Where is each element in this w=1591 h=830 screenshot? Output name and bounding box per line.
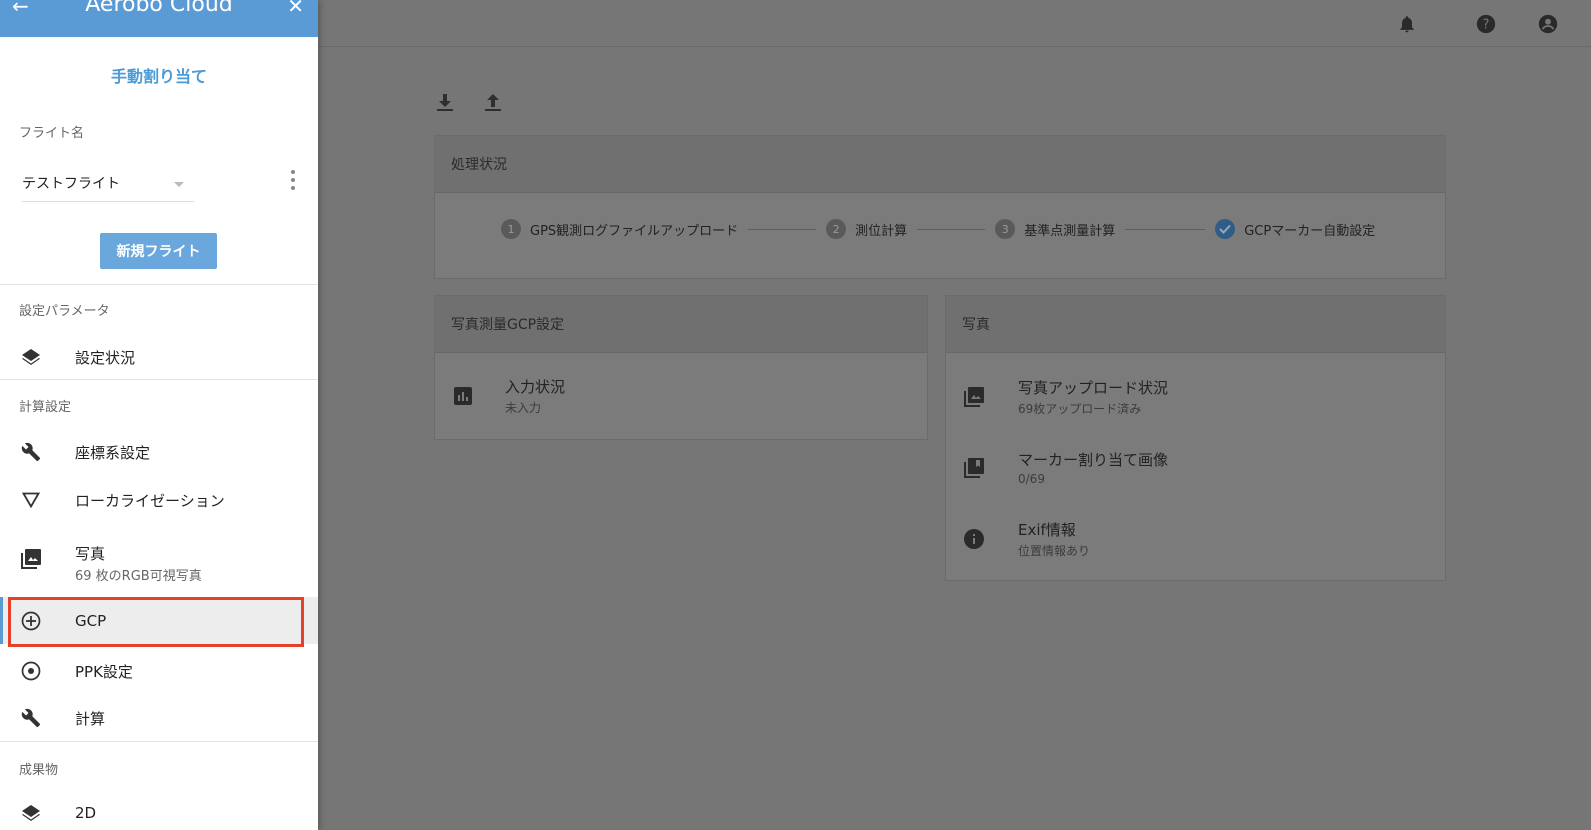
- flight-name-label: フライト名: [19, 126, 85, 141]
- sidebar-header: ← Aerobo Cloud ✕: [0, 0, 318, 37]
- step-connector: [748, 228, 817, 230]
- sidebar-item-sublabel: 69 枚のRGB可視写真: [75, 569, 202, 584]
- section-label-settings: 設定パラメータ: [19, 304, 110, 319]
- gcp-settings-card: 写真測量GCP設定 入力状況 未入力: [434, 295, 928, 440]
- triangle-icon: [19, 488, 43, 512]
- sidebar-item-2d[interactable]: 2D: [0, 795, 318, 830]
- sidebar-item-label: 計算: [75, 709, 106, 728]
- account-icon[interactable]: [1536, 12, 1560, 36]
- check-icon: [1215, 219, 1236, 239]
- step-number: 3: [995, 219, 1016, 239]
- stepper: 1 GPS観測ログファイルアップロード 2 測位計算 3 基準点測量計算 GCP…: [435, 193, 1445, 265]
- step-connector: [917, 228, 986, 230]
- flight-select-value: テストフライト: [22, 175, 120, 192]
- upload-status-row[interactable]: 写真アップロード状況 69枚アップロード済み: [946, 361, 1445, 432]
- step-3[interactable]: 3 基準点測量計算: [995, 219, 1115, 239]
- bar-chart-icon: [451, 384, 475, 408]
- active-indicator: [0, 597, 3, 644]
- photo-library-icon: [19, 547, 43, 571]
- step-number: 1: [501, 219, 521, 239]
- sidebar-item-localization[interactable]: ローカライゼーション: [0, 480, 318, 520]
- step-1[interactable]: 1 GPS観測ログファイルアップロード: [501, 219, 738, 239]
- step-label: GCPマーカー自動設定: [1244, 223, 1376, 239]
- sidebar-item-label: ローカライゼーション: [75, 491, 225, 510]
- close-icon[interactable]: ✕: [287, 0, 304, 18]
- layers-icon: [19, 801, 43, 825]
- card-title: 写真: [946, 296, 1445, 353]
- sidebar-item-coordinate-system[interactable]: 座標系設定: [0, 432, 318, 472]
- step-label: GPS観測ログファイルアップロード: [530, 223, 739, 239]
- sidebar-item-label: 座標系設定: [75, 443, 151, 462]
- help-icon[interactable]: ?: [1474, 12, 1498, 36]
- sidebar-item-settings-status[interactable]: 設定状況: [0, 337, 318, 377]
- step-label: 測位計算: [855, 223, 908, 239]
- row-title: マーカー割り当て画像: [1018, 451, 1169, 469]
- step-connector: [1125, 228, 1206, 230]
- processing-status-card: 処理状況 1 GPS観測ログファイルアップロード 2 測位計算 3 基準点測量計…: [434, 135, 1446, 279]
- photo-library-icon: [962, 385, 986, 409]
- sidebar-item-calculation[interactable]: 計算: [0, 698, 318, 738]
- dropdown-caret-icon: [174, 182, 184, 187]
- upload-icon[interactable]: [482, 92, 504, 114]
- bell-icon[interactable]: [1395, 12, 1419, 36]
- radio-target-icon: [19, 659, 43, 683]
- wrench-icon: [19, 440, 43, 464]
- step-4[interactable]: GCPマーカー自動設定: [1215, 219, 1375, 239]
- sidebar-item-photos[interactable]: 写真 69 枚のRGB可視写真: [0, 532, 318, 586]
- card-title: 処理状況: [435, 136, 1445, 193]
- section-label-calc: 計算設定: [19, 400, 72, 415]
- page-subtitle: 手動割り当て: [110, 67, 207, 86]
- row-value: 未入力: [505, 401, 542, 415]
- divider: [0, 741, 318, 742]
- row-title: 写真アップロード状況: [1018, 378, 1169, 397]
- row-value: 位置情報あり: [1018, 543, 1091, 558]
- section-label-deliverables: 成果物: [19, 763, 59, 778]
- flight-select[interactable]: テストフライト: [22, 164, 194, 202]
- main-content: ? 処理状況 1 GPS観測ログファイルアップロード 2 測位計算 3 基準点測…: [318, 0, 1591, 830]
- divider: [0, 379, 318, 380]
- row-title: 入力状況: [505, 378, 566, 396]
- collections-icon: [962, 456, 986, 480]
- app-title: Aerobo Cloud: [85, 0, 233, 17]
- download-icon[interactable]: [434, 92, 456, 114]
- card-title: 写真測量GCP設定: [435, 296, 927, 353]
- row-title: Exif情報: [1018, 520, 1076, 539]
- input-status-row[interactable]: 入力状況 未入力: [435, 353, 927, 439]
- sidebar-item-label: 2D: [75, 804, 97, 822]
- wrench-icon: [19, 706, 43, 730]
- step-2[interactable]: 2 測位計算: [826, 219, 907, 239]
- row-value: 69枚アップロード済み: [1018, 401, 1142, 416]
- row-value: 0/69: [1018, 472, 1045, 486]
- step-number: 2: [826, 219, 847, 239]
- info-icon: [962, 527, 986, 551]
- sidebar-item-label: 設定状況: [75, 348, 136, 367]
- photo-card: 写真 写真アップロード状況 69枚アップロード済み マーカー割り当て画像 0/6…: [945, 295, 1446, 581]
- step-label: 基準点測量計算: [1024, 223, 1116, 239]
- toolbar: [434, 92, 504, 114]
- sidebar-item-label: 写真: [75, 545, 106, 563]
- new-flight-button[interactable]: 新規フライト: [100, 233, 217, 269]
- top-bar: ?: [318, 0, 1591, 47]
- more-vert-icon[interactable]: [287, 170, 299, 190]
- divider: [0, 284, 318, 285]
- exif-row[interactable]: Exif情報 位置情報あり: [946, 503, 1445, 574]
- layers-icon: [19, 345, 43, 369]
- marker-images-row[interactable]: マーカー割り当て画像 0/69: [946, 432, 1445, 503]
- sidebar-drawer: ← Aerobo Cloud ✕ 手動割り当て フライト名 テストフライト 新規…: [0, 0, 318, 830]
- svg-text:?: ?: [1483, 18, 1490, 33]
- sidebar-item-label: PPK設定: [75, 662, 133, 681]
- annotation-highlight-box: [8, 597, 304, 647]
- sidebar-item-ppk[interactable]: PPK設定: [0, 651, 318, 691]
